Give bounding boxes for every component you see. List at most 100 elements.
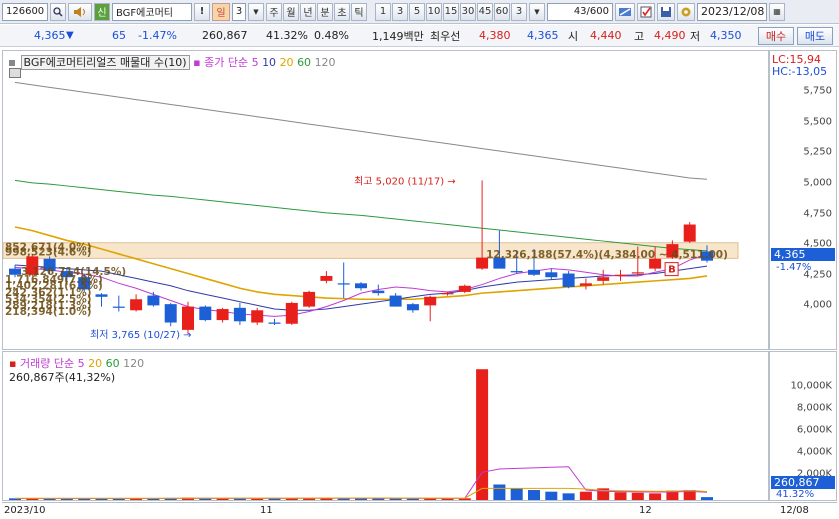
candle xyxy=(406,304,419,311)
calendar-icon[interactable]: ▦ xyxy=(769,2,785,21)
scroll-box-icon[interactable] xyxy=(9,68,21,78)
candle xyxy=(545,272,558,278)
new-tag-badge: 신 xyxy=(94,2,110,21)
volume-current-pct: 41.32% xyxy=(776,489,815,500)
volume-bar xyxy=(112,498,125,500)
period-dropdown-icon[interactable]: ▼ xyxy=(248,2,264,21)
range-field[interactable]: 43/600 xyxy=(547,2,613,21)
candle xyxy=(95,294,108,297)
buy-button[interactable]: 매수 xyxy=(758,27,794,45)
volume-bar xyxy=(631,492,644,500)
period-count-field[interactable]: 3 xyxy=(232,2,246,21)
date-text: 2023/12/08 xyxy=(701,5,765,18)
candle xyxy=(112,306,125,308)
stock-code-text: 126600 xyxy=(6,6,45,17)
x-label-last: 12/08 xyxy=(780,505,809,516)
period-count-text: 3 xyxy=(235,6,243,17)
price-chart-svg[interactable]: 최고 5,020 (11/17) →최저 3,765 (10/27) →852,… xyxy=(3,51,770,351)
volume-tick: 6,000K xyxy=(796,424,832,436)
candle xyxy=(251,310,264,323)
price-legend: BGF에코머티리얼즈 매물대 수(10) ▪ 종가 단순 5 10 20 60 … xyxy=(9,54,336,70)
alert-button[interactable]: ! xyxy=(194,2,210,21)
high-label: 고 xyxy=(634,29,645,43)
down-arrow-icon: ▼ xyxy=(66,30,74,41)
minute-button-7[interactable]: 60 xyxy=(494,2,510,21)
current-pct-text: -1.47% xyxy=(776,262,812,273)
volume-bar xyxy=(251,498,264,500)
volume-chart-pane[interactable]: ▪ 거래량 단순 5 20 60 120 260,867주(41,32%) xyxy=(2,351,769,501)
price-tick: 5,500 xyxy=(803,116,832,128)
low-label: 저 xyxy=(690,29,701,43)
candle xyxy=(285,302,298,324)
period-day-button[interactable]: 일 xyxy=(212,2,230,21)
change-pct-text: -1.47% xyxy=(138,29,177,42)
volume-bar xyxy=(26,498,39,500)
hc-text: HC:-13,05 xyxy=(772,65,828,78)
speaker-icon[interactable] xyxy=(68,2,92,21)
ma-period-60: 60 xyxy=(297,56,312,69)
price-legend-ma: 종가 단순 xyxy=(204,56,249,69)
high-text: 4,490 xyxy=(654,29,686,42)
profile-label: 218,394(1.0%) xyxy=(5,306,92,318)
stock-name-field[interactable]: BGF에코머티 xyxy=(112,2,192,21)
b-marker-text: B xyxy=(668,265,676,276)
candle xyxy=(337,283,350,285)
minute-button-6[interactable]: 45 xyxy=(477,2,493,21)
tools-icon[interactable] xyxy=(615,2,635,21)
period-button-2[interactable]: 년 xyxy=(300,2,316,21)
minute-button-5[interactable]: 30 xyxy=(460,2,476,21)
volume-bar xyxy=(528,490,540,500)
volume-bar xyxy=(545,491,558,500)
volume-bar xyxy=(216,498,229,500)
price-tick: 5,000 xyxy=(803,177,832,189)
minute-button-4[interactable]: 15 xyxy=(443,2,459,21)
candle xyxy=(320,275,333,281)
stock-code-input[interactable]: 126600 xyxy=(2,2,48,21)
period-button-4[interactable]: 초 xyxy=(334,2,350,21)
volume-bar xyxy=(510,488,523,500)
check-icon[interactable] xyxy=(637,2,655,21)
price-chart-pane[interactable]: 최고 5,020 (11/17) → 최저 3,765 (10/27) → 852,… xyxy=(2,50,769,350)
price-axis: 5,750 5,500 5,250 5,000 4,750 4,500 4,250 4,000… xyxy=(769,50,837,350)
candle xyxy=(216,309,229,321)
minute-button-8[interactable]: 3 xyxy=(511,2,527,21)
save-icon[interactable] xyxy=(657,2,675,21)
vol-ma-120: 120 xyxy=(123,357,145,370)
volume-current-text: 260,867주(41,32%) xyxy=(9,371,116,384)
candle xyxy=(355,283,367,289)
candle xyxy=(389,295,402,307)
minute-button-2[interactable]: 5 xyxy=(409,2,425,21)
minute-button-3[interactable]: 10 xyxy=(426,2,442,21)
volume-chart-svg[interactable] xyxy=(3,352,770,502)
volume-bar xyxy=(562,493,575,500)
candle xyxy=(372,290,385,294)
search-icon[interactable] xyxy=(50,2,66,21)
settings-gear-icon[interactable] xyxy=(677,2,695,21)
minute-button-1[interactable]: 3 xyxy=(392,2,408,21)
volume-tick: 8,000K xyxy=(796,402,832,414)
period-button-5[interactable]: 틱 xyxy=(351,2,367,21)
profile-label: 998,523(4.6%) xyxy=(5,246,92,258)
volume-tick: 10,000K xyxy=(790,380,832,392)
range-text: 43/600 xyxy=(573,6,609,17)
candle xyxy=(303,291,316,307)
candle xyxy=(510,271,523,273)
candle xyxy=(458,285,471,292)
minute-dropdown-icon[interactable]: ▼ xyxy=(529,2,545,21)
period-button-1[interactable]: 월 xyxy=(283,2,299,21)
candle xyxy=(579,283,592,286)
minute-button-0[interactable]: 1 xyxy=(375,2,391,21)
volume-bar xyxy=(649,493,662,500)
period-button-3[interactable]: 분 xyxy=(317,2,333,21)
period-button-0[interactable]: 주 xyxy=(266,2,282,21)
date-field[interactable]: 2023/12/08 xyxy=(697,2,767,21)
best-bid-text: 4,365 xyxy=(527,29,559,42)
ma120-line xyxy=(14,81,708,180)
candle xyxy=(683,224,696,242)
sell-button[interactable]: 매도 xyxy=(797,27,833,45)
candle xyxy=(199,306,212,321)
price-tick: 4,000 xyxy=(803,299,832,311)
candle xyxy=(164,304,177,323)
low-annotation: 최저 3,765 (10/27) → xyxy=(90,329,192,341)
volume-bar xyxy=(337,498,350,500)
